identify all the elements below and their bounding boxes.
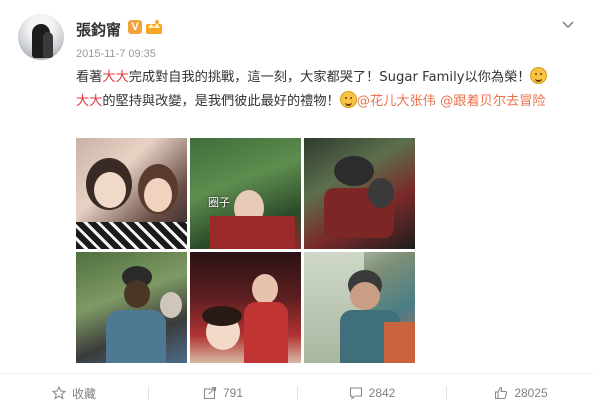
- avatar-figure-2: [43, 32, 53, 58]
- post-photo-6[interactable]: [304, 252, 415, 363]
- highlight-text: 大大: [102, 70, 129, 85]
- post-text: 看著大大完成對自我的挑戰，這一刻，大家都哭了！Sugar Family以你為榮！…: [76, 66, 576, 114]
- highlight-text: 大大: [76, 94, 103, 109]
- text-seg: 看著: [76, 70, 103, 85]
- repost-icon: [203, 386, 217, 400]
- laughing-emoji-icon: [530, 67, 548, 84]
- grinning-emoji-icon: [339, 91, 357, 108]
- post-photo-5[interactable]: [190, 252, 301, 363]
- member-crown-icon: [146, 20, 162, 34]
- mention-link[interactable]: @花儿大张伟: [357, 94, 436, 109]
- post-photo-4[interactable]: [76, 252, 187, 363]
- weibo-post-card: 張鈞甯 V 2015-11-7 09:35 看著大大完成對自我的挑戰，這一刻，大…: [0, 0, 594, 412]
- like-button[interactable]: 28025: [447, 374, 594, 412]
- post-photo-1[interactable]: [76, 138, 187, 249]
- avatar[interactable]: [18, 14, 64, 60]
- star-icon: [51, 386, 66, 400]
- post-actions-bar: 收藏 791 2842 28025: [0, 374, 594, 412]
- verified-badge: V: [128, 20, 142, 34]
- thumbs-up-icon: [495, 386, 508, 400]
- text-seg: 的堅持與改變，是我們彼此最好的禮物！: [102, 94, 340, 109]
- repost-button[interactable]: 791: [149, 374, 297, 412]
- chevron-down-icon[interactable]: [561, 20, 575, 30]
- post-timestamp[interactable]: 2015-11-7 09:35: [76, 48, 156, 60]
- post-photo-2[interactable]: 圈子: [190, 138, 301, 249]
- like-count: 28025: [514, 386, 548, 400]
- post-photo-3[interactable]: [304, 138, 415, 249]
- author-name[interactable]: 張鈞甯: [76, 19, 121, 40]
- favorite-button[interactable]: 收藏: [0, 374, 148, 412]
- favorite-label: 收藏: [71, 386, 96, 401]
- comment-icon: [349, 387, 362, 400]
- repost-count: 791: [222, 386, 244, 400]
- comment-count: 2842: [368, 386, 396, 400]
- photo-caption: 圈子: [208, 196, 230, 209]
- mention-link[interactable]: @跟着贝尔去冒险: [440, 94, 546, 109]
- text-seg: 完成對自我的挑戰，這一刻，大家都哭了！Sugar Family以你為榮！: [128, 70, 531, 85]
- comment-button[interactable]: 2842: [298, 374, 446, 412]
